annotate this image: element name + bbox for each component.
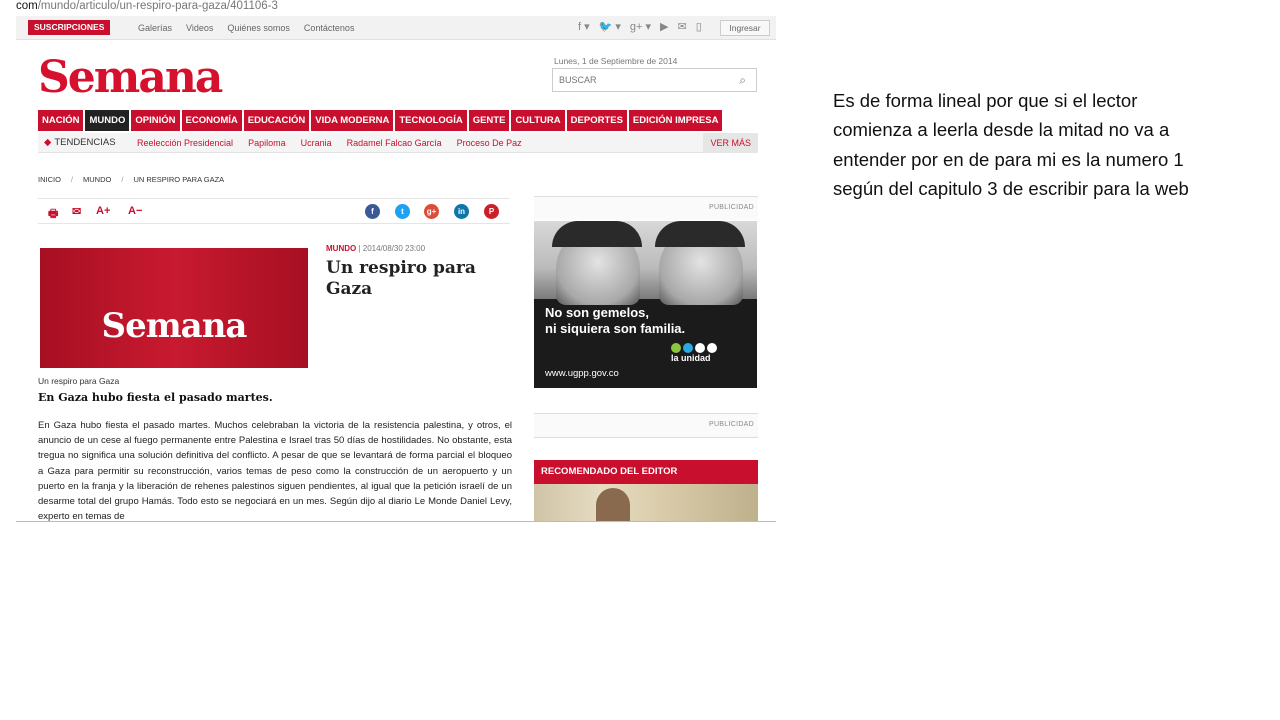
top-links: Galerías Videos Quiénes somos Contácteno… <box>138 16 354 40</box>
nav-tecnologia[interactable]: TECNOLOGÍA <box>395 110 467 131</box>
print-icon[interactable]: 🖶 <box>48 205 58 224</box>
current-date: Lunes, 1 de Septiembre de 2014 <box>554 56 678 66</box>
ad-hair-left <box>552 221 642 247</box>
nav-mundo[interactable]: MUNDO <box>85 110 130 131</box>
breadcrumb-separator: / <box>70 175 74 184</box>
googleplus-icon[interactable]: g+ ▾ <box>630 19 651 35</box>
twitter-share-icon[interactable]: t <box>395 204 410 219</box>
trend-link-reeleccion[interactable]: Reelección Presidencial <box>137 133 233 153</box>
article-meta: MUNDO | 2014/08/30 23:00 <box>326 244 425 253</box>
search-icon[interactable]: ⌕ <box>739 73 746 88</box>
ad-header-2: PUBLICIDAD <box>534 413 758 438</box>
annotation-text: Es de forma lineal por que si el lector … <box>833 90 1189 199</box>
facebook-share-icon[interactable]: f <box>365 204 380 219</box>
trend-link-proceso-paz[interactable]: Proceso De Paz <box>457 133 522 153</box>
youtube-icon[interactable]: ▶ <box>660 19 668 35</box>
top-link-contact[interactable]: Contáctenos <box>304 16 355 40</box>
ad-headline-1: No son gemelos, <box>545 305 650 320</box>
slide: na.com/mundo/articulo/un-respiro-para-ga… <box>0 0 1280 720</box>
article-subtitle: En Gaza hubo fiesta el pasado martes. <box>38 391 273 404</box>
image-caption: Un respiro para Gaza <box>38 376 120 386</box>
nav-educacion[interactable]: EDUCACIÓN <box>243 110 310 131</box>
ad-label: PUBLICIDAD <box>708 204 754 211</box>
url-host: na.com <box>16 0 38 12</box>
trends-bar: ◆ TENDENCIAS Reelección Presidencial Papi… <box>38 133 758 153</box>
search-box: ⌕ <box>552 68 757 92</box>
font-increase-button[interactable]: A+ <box>96 205 110 217</box>
recommended-image[interactable] <box>534 484 758 521</box>
article-image: Semana <box>40 248 308 368</box>
article-title: Un respiro para Gaza <box>326 258 476 299</box>
article-datetime: | 2014/08/30 23:00 <box>358 244 426 253</box>
mobile-icon[interactable]: ▯ <box>696 19 702 35</box>
ad-photo <box>534 221 757 305</box>
linkedin-share-icon[interactable]: in <box>454 204 469 219</box>
nav-gente[interactable]: GENTE <box>468 110 510 131</box>
login-button[interactable]: Ingresar <box>720 20 770 36</box>
mail-icon[interactable]: ✉ <box>72 205 81 218</box>
top-icons: f ▾ 🐦 ▾ g+ ▾ ▶ ✉ ▯ <box>578 19 702 35</box>
address-bar[interactable]: na.com/mundo/articulo/un-respiro-para-ga… <box>16 0 776 14</box>
browser-screenshot: na.com/mundo/articulo/un-respiro-para-ga… <box>16 0 776 522</box>
top-link-galleries[interactable]: Galerías <box>138 16 172 40</box>
trend-link-papiloma[interactable]: Papiloma <box>248 133 286 153</box>
recommended-header: RECOMENDADO DEL EDITOR <box>534 460 758 484</box>
breadcrumb-section[interactable]: MUNDO <box>83 175 111 184</box>
breadcrumb-current: UN RESPIRO PARA GAZA <box>133 175 225 184</box>
nav-cultura[interactable]: CULTURA <box>511 110 565 131</box>
ad-url: www.ugpp.gov.co <box>545 368 619 379</box>
nav-deportes[interactable]: DEPORTES <box>566 110 627 131</box>
nav-nacion[interactable]: NACIÓN <box>38 110 84 131</box>
facebook-icon[interactable]: f ▾ <box>578 19 590 35</box>
mail-icon[interactable]: ✉ <box>678 19 687 35</box>
see-more-button[interactable]: VER MÁS <box>703 133 758 153</box>
hero-logo: Semana <box>101 306 248 346</box>
twitter-icon[interactable]: 🐦 ▾ <box>599 19 621 35</box>
trend-link-ucrania[interactable]: Ucrania <box>301 133 332 153</box>
ad-label-2: PUBLICIDAD <box>708 421 754 428</box>
top-bar: SUSCRIPCIONES Galerías Videos Quiénes so… <box>16 16 776 40</box>
article-section[interactable]: MUNDO <box>326 244 356 253</box>
subscriptions-button[interactable]: SUSCRIPCIONES <box>28 20 111 35</box>
trend-link-falcao[interactable]: Radamel Falcao García <box>347 133 442 153</box>
site-logo[interactable]: Semana <box>38 52 223 104</box>
main-nav: NACIÓN MUNDO OPINIÓN ECONOMÍA EDUCACIÓN … <box>38 110 758 131</box>
nav-vida-moderna[interactable]: VIDA MODERNA <box>311 110 394 131</box>
top-link-videos[interactable]: Videos <box>186 16 213 40</box>
article-toolbar: 🖶 ✉ A+ A− f t g+ in P <box>38 198 510 224</box>
tag-icon: ◆ <box>44 137 52 148</box>
advertisement[interactable]: No son gemelos, ni siquiera son familia.… <box>534 221 757 388</box>
ad-header: PUBLICIDAD <box>534 196 758 220</box>
top-link-about[interactable]: Quiénes somos <box>227 16 290 40</box>
pinterest-share-icon[interactable]: P <box>484 204 499 219</box>
breadcrumb: INICIO / MUNDO / UN RESPIRO PARA GAZA <box>38 175 224 184</box>
search-input[interactable] <box>553 69 723 91</box>
nav-edicion-impresa[interactable]: EDICIÓN IMPRESA <box>628 110 723 131</box>
ad-hair-right <box>655 221 745 247</box>
trends-label-text: TENDENCIAS <box>54 137 116 148</box>
trends-label: ◆ TENDENCIAS <box>44 133 116 153</box>
recommended-person <box>596 488 630 521</box>
breadcrumb-separator: / <box>121 175 124 184</box>
font-decrease-button[interactable]: A− <box>128 205 142 217</box>
breadcrumb-home[interactable]: INICIO <box>38 175 61 184</box>
ad-brand-logo-icon <box>671 343 717 353</box>
url-path: /mundo/articulo/un-respiro-para-gaza/401… <box>37 0 278 12</box>
trend-links: Reelección Presidencial Papiloma Ucrania… <box>137 133 522 153</box>
nav-economia[interactable]: ECONOMÍA <box>181 110 242 131</box>
ad-brand: la unidad <box>671 353 711 363</box>
ad-headline-2: ni siquiera son familia. <box>545 321 686 336</box>
nav-opinion[interactable]: OPINIÓN <box>131 110 180 131</box>
googleplus-share-icon[interactable]: g+ <box>424 204 439 219</box>
article-body: En Gaza hubo fiesta el pasado martes. Mu… <box>38 420 512 522</box>
